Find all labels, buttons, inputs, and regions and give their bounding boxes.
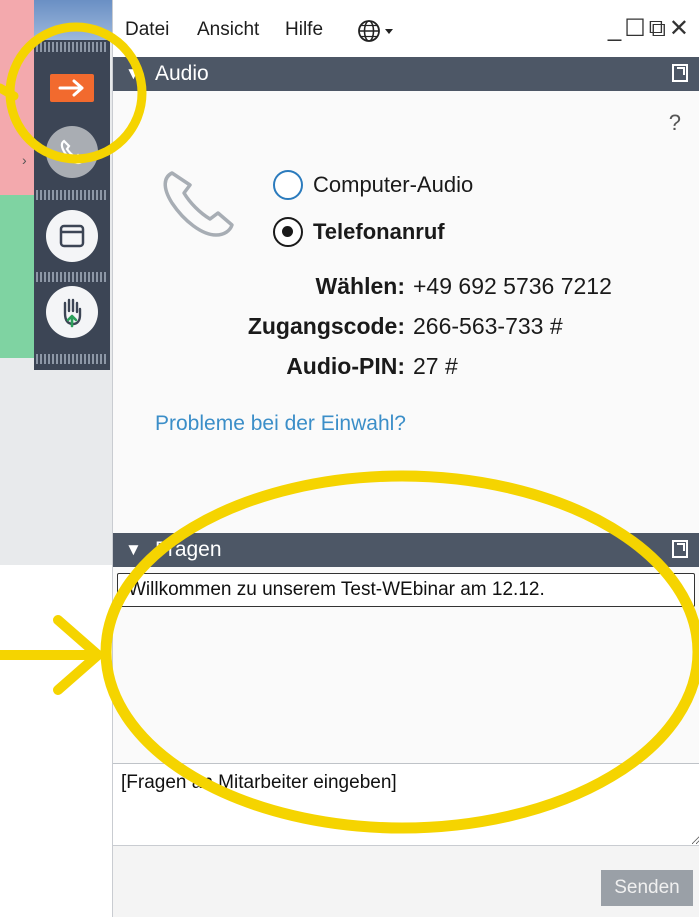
highlight-arrow-questions	[0, 615, 103, 695]
send-button[interactable]: Senden	[601, 870, 693, 906]
access-code-value: 266-563-733 #	[413, 313, 563, 339]
collapse-panel-button[interactable]	[50, 74, 94, 102]
radio-label: Computer-Audio	[313, 172, 474, 197]
phone-icon	[60, 139, 85, 165]
popout-icon[interactable]	[672, 540, 688, 558]
radio-telefonanruf[interactable]: Telefonanruf	[273, 217, 445, 247]
audio-section-title: Audio	[155, 62, 209, 85]
toolbar-divider	[36, 272, 108, 282]
window-controls: _☐⧉✕	[608, 14, 692, 43]
access-code-label: Zugangscode:	[247, 313, 405, 339]
menu-hilfe[interactable]: Hilfe	[285, 19, 323, 41]
question-message: Willkommen zu unserem Test-WEbinar am 12…	[117, 573, 695, 607]
menu-ansicht[interactable]: Ansicht	[197, 19, 259, 41]
raise-hand-button[interactable]	[46, 286, 98, 338]
arrow-right-icon	[58, 79, 84, 97]
status-stripe-green	[0, 195, 34, 358]
popout-icon[interactable]	[672, 64, 688, 82]
audio-section-header[interactable]: ▼ Audio	[113, 57, 699, 91]
audio-pin-value: 27 #	[413, 353, 458, 379]
globe-icon	[358, 20, 393, 42]
help-icon[interactable]: ?	[669, 110, 681, 136]
minimize-icon[interactable]: _	[608, 15, 624, 42]
access-code-row: Zugangscode: 266-563-733 #	[113, 313, 699, 343]
radio-label: Telefonanruf	[313, 219, 445, 244]
status-stripe-red	[0, 0, 34, 195]
audio-pin-label: Audio-PIN:	[286, 353, 405, 379]
question-input[interactable]: [Fragen an Mitarbeiter eingeben]	[113, 763, 699, 845]
menu-bar: Datei Ansicht Hilfe _☐⧉✕	[113, 0, 699, 58]
dial-label: Wählen:	[315, 273, 405, 299]
dial-row: Wählen: +49 692 5736 7212	[113, 273, 699, 303]
collapse-triangle-icon[interactable]: ▼	[125, 64, 142, 84]
language-menu[interactable]	[357, 19, 397, 48]
control-toolbar	[34, 40, 110, 370]
window-button[interactable]	[46, 210, 98, 262]
toolbar-grip-bottom[interactable]	[36, 354, 108, 364]
radio-button-selected[interactable]	[273, 217, 303, 247]
audio-button[interactable]	[46, 126, 98, 178]
close-icon[interactable]: ✕	[669, 15, 692, 42]
questions-section-title: Fragen	[155, 538, 222, 561]
popout-icon[interactable]: ⧉	[649, 15, 669, 42]
radio-button[interactable]	[273, 170, 303, 200]
chevron-right-icon[interactable]: ›	[22, 152, 27, 168]
dial-problem-link[interactable]: Probleme bei der Einwahl?	[155, 412, 406, 436]
hand-raise-icon	[63, 298, 82, 328]
toolbar-divider	[36, 190, 108, 200]
toolbar-grip[interactable]	[36, 42, 108, 52]
control-panel: Datei Ansicht Hilfe _☐⧉✕ ▼ Audio ? Compu…	[112, 0, 699, 917]
maximize-icon[interactable]: ☐	[624, 15, 649, 42]
questions-section-header[interactable]: ▼ Fragen	[113, 533, 699, 567]
collapse-triangle-icon[interactable]: ▼	[125, 540, 142, 560]
menu-datei[interactable]: Datei	[125, 19, 169, 41]
dial-value: +49 692 5736 7212	[413, 273, 612, 299]
audio-pin-row: Audio-PIN: 27 #	[113, 353, 699, 383]
radio-computer-audio[interactable]: Computer-Audio	[273, 170, 473, 200]
window-icon	[59, 224, 85, 248]
phone-icon	[163, 171, 234, 237]
